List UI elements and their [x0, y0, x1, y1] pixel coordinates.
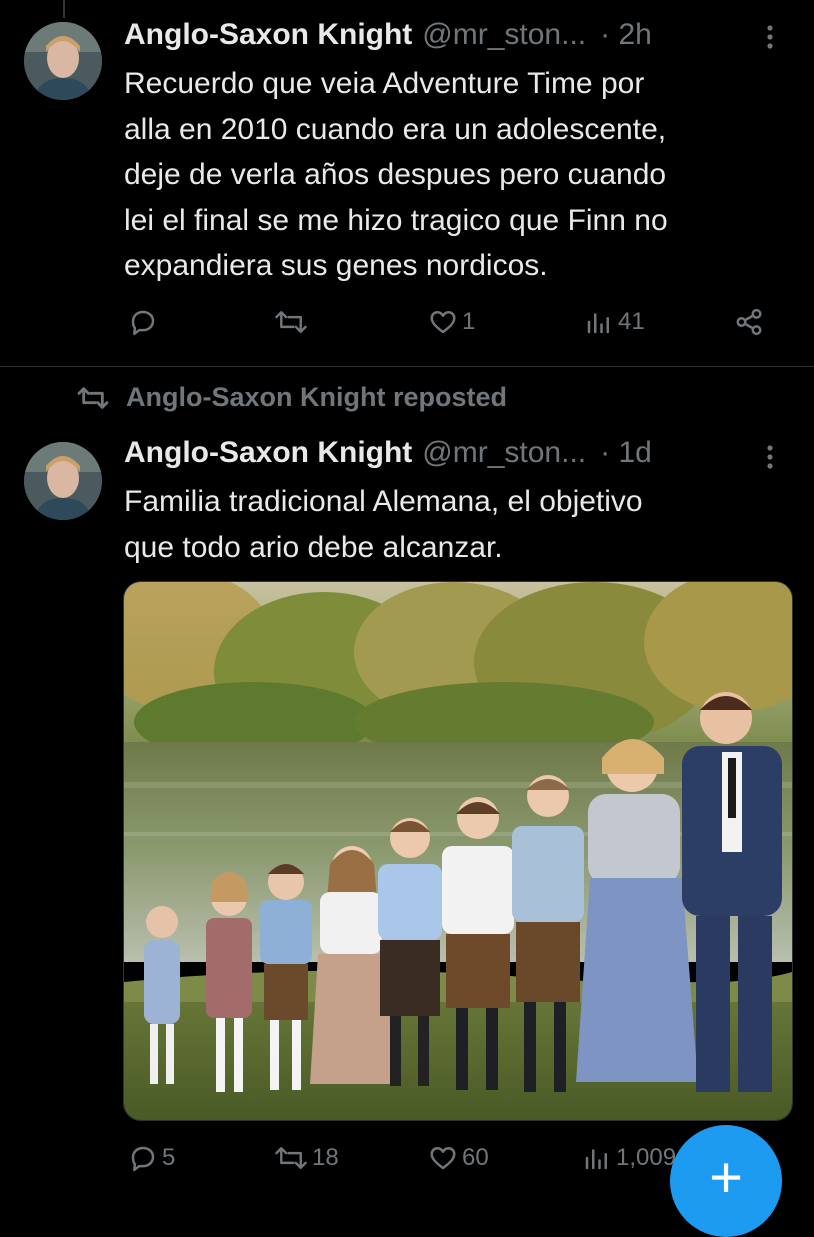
reply-button[interactable]: 5 [128, 1143, 175, 1173]
views-button[interactable]: 41 [584, 307, 645, 337]
tweet-text: Recuerdo que veia Adventure Time por all… [124, 67, 668, 282]
repost-icon [77, 386, 109, 409]
repost-icon [275, 311, 307, 333]
reply-icon [131, 1146, 155, 1172]
tweet-header: Anglo-Saxon Knight @mr_ston... · 2h [124, 18, 774, 58]
author-avatar[interactable] [24, 22, 102, 100]
views-count: 1,009 [616, 1144, 677, 1171]
repost-banner[interactable]: Anglo-Saxon Knight reposted [76, 382, 507, 413]
views-icon [587, 313, 609, 334]
tweet-divider [0, 366, 814, 367]
reply-button[interactable] [128, 307, 162, 337]
tweet-time[interactable]: · 2h [600, 18, 652, 52]
author-avatar[interactable] [24, 442, 102, 520]
tweet-photo[interactable] [123, 581, 793, 1121]
repost-banner-text: Anglo-Saxon Knight reposted [126, 382, 507, 412]
tweet-actions: 1 41 [0, 307, 814, 347]
heart-icon [430, 311, 456, 334]
family-photo-image [124, 582, 792, 1120]
heart-icon [430, 1147, 456, 1170]
repost-button[interactable] [274, 307, 312, 337]
plus-icon: + [709, 1145, 743, 1210]
author-name[interactable]: Anglo-Saxon Knight [124, 18, 412, 52]
tweet-text: Familia tradicional Alemana, el objetivo… [124, 485, 643, 564]
author-name[interactable]: Anglo-Saxon Knight [124, 436, 412, 470]
tweet-header: Anglo-Saxon Knight @mr_ston... · 1d [124, 436, 774, 476]
reply-count: 5 [162, 1144, 176, 1171]
repost-button[interactable]: 18 [274, 1143, 339, 1173]
tweet-time[interactable]: · 1d [600, 436, 652, 470]
share-button[interactable] [734, 307, 764, 337]
like-button[interactable]: 1 [428, 307, 475, 337]
repost-icon [275, 1147, 307, 1169]
like-count: 60 [462, 1144, 489, 1171]
views-button[interactable]: 1,009 [582, 1143, 682, 1183]
share-icon [736, 308, 762, 336]
more-options-icon[interactable] [756, 24, 784, 50]
author-handle[interactable]: @mr_ston... [422, 436, 586, 470]
like-button[interactable]: 60 [428, 1143, 489, 1173]
author-handle[interactable]: @mr_ston... [422, 18, 586, 52]
views-count: 41 [618, 308, 645, 335]
reply-icon [131, 310, 155, 336]
more-options-icon[interactable] [756, 444, 784, 470]
tweet-1[interactable]: Anglo-Saxon Knight @mr_ston... · 2h Recu… [0, 0, 814, 365]
repost-count: 18 [312, 1144, 339, 1171]
views-icon [585, 1149, 607, 1170]
compose-button[interactable]: + [670, 1125, 782, 1237]
like-count: 1 [462, 308, 476, 335]
